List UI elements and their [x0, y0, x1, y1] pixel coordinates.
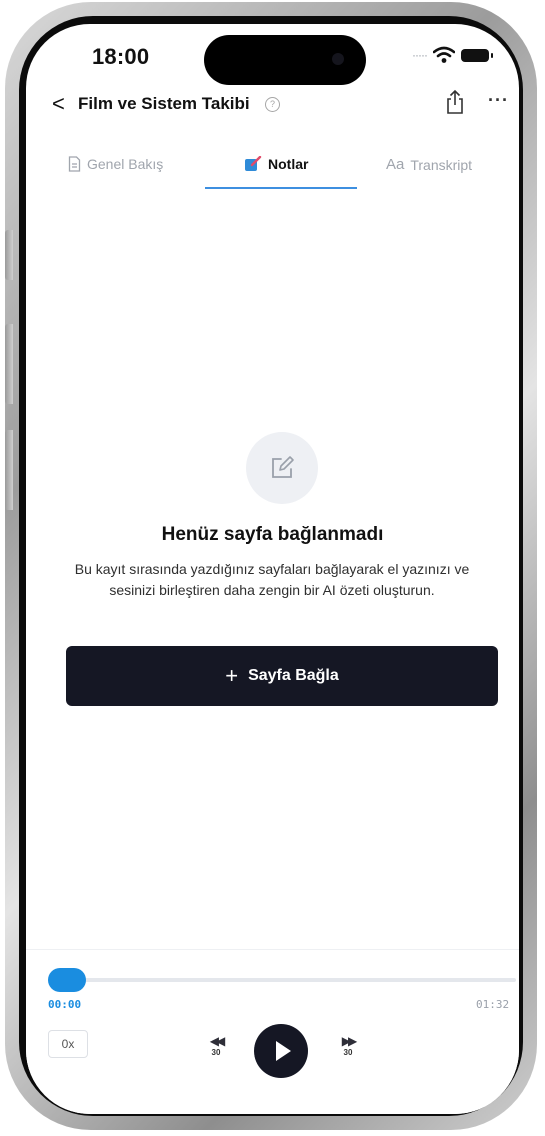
- active-tab-indicator: [205, 187, 357, 189]
- play-button[interactable]: [254, 1024, 308, 1078]
- tab-overview-label: Genel Bakış: [87, 156, 164, 172]
- empty-state-description: Bu kayıt sırasında yazdığınız sayfaları …: [74, 561, 470, 598]
- current-time: 00:00: [48, 998, 82, 1011]
- text-size-icon: Aa: [386, 156, 405, 173]
- progress-track[interactable]: [48, 978, 516, 982]
- forward-seconds: 30: [343, 1048, 353, 1057]
- info-icon[interactable]: ?: [265, 97, 280, 112]
- volume-up-button: [5, 324, 13, 404]
- tab-overview[interactable]: Genel Bakış: [68, 156, 163, 172]
- tab-transcript-label: Transkript: [410, 156, 473, 173]
- tab-notes[interactable]: Notlar: [244, 156, 308, 172]
- connect-page-button[interactable]: + Sayfa Bağla: [66, 646, 498, 706]
- edit-icon-container: [246, 432, 318, 504]
- status-time: 18:00: [92, 44, 150, 69]
- tab-bar: Genel Bakış Notlar Aa Transkript: [26, 150, 519, 190]
- plus-icon: +: [225, 663, 239, 688]
- more-button[interactable]: ···: [488, 90, 509, 111]
- playback-speed-button[interactable]: 0x: [48, 1030, 88, 1058]
- forward-icon: ▶▶: [341, 1034, 357, 1048]
- volume-down-button: [5, 430, 13, 510]
- pencil-note-icon: [245, 156, 262, 171]
- empty-state-title: Henüz sayfa bağlanmadı: [161, 524, 384, 545]
- rewind-icon: ◀◀: [209, 1034, 225, 1048]
- rewind-button[interactable]: ◀◀ 30: [203, 1034, 229, 1057]
- tab-notes-label: Notlar: [268, 156, 309, 172]
- dynamic-island: [204, 35, 366, 85]
- total-time: 01:32: [476, 998, 510, 1011]
- screen: 18:00 ····· < Film ve Sistem Takibi ? ··…: [26, 24, 519, 1114]
- share-icon[interactable]: [444, 88, 466, 116]
- edit-icon: [272, 456, 294, 478]
- rewind-seconds: 30: [211, 1048, 221, 1057]
- action-button: [5, 230, 13, 280]
- wifi-icon: [433, 46, 455, 63]
- back-button[interactable]: <: [52, 92, 65, 116]
- signal-icon: ·····: [412, 48, 428, 62]
- tab-transcript[interactable]: Aa Transkript: [386, 156, 472, 173]
- progress-knob[interactable]: [48, 968, 86, 992]
- audio-player: 00:00 01:32 0x ◀◀ 30 ▶▶ 30: [26, 949, 519, 1114]
- forward-button[interactable]: ▶▶ 30: [335, 1034, 361, 1057]
- connect-page-label: Sayfa Bağla: [248, 667, 339, 684]
- nav-bar: < Film ve Sistem Takibi ? ···: [26, 88, 519, 124]
- battery-icon: [461, 48, 493, 62]
- status-indicators: ·····: [412, 46, 493, 64]
- camera-icon: [332, 53, 344, 65]
- page-title: Film ve Sistem Takibi: [78, 94, 250, 113]
- document-icon: [68, 156, 81, 172]
